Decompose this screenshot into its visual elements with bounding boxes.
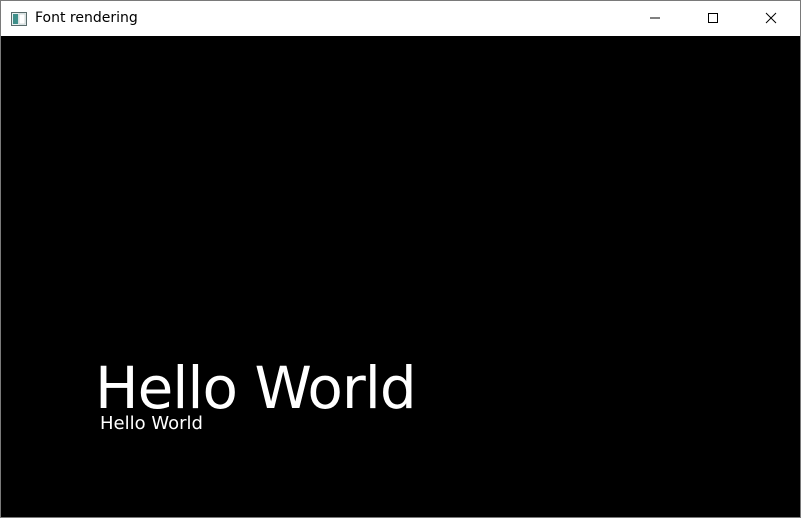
close-button[interactable] [742, 1, 800, 36]
window-app-icon [11, 11, 27, 26]
small-hello-text: Hello World [100, 413, 203, 434]
app-window: Font rendering Hello World Hello World [0, 0, 801, 518]
minimize-button[interactable] [626, 1, 684, 36]
render-canvas: Hello World Hello World [1, 36, 800, 517]
maximize-icon [707, 9, 719, 28]
maximize-button[interactable] [684, 1, 742, 36]
window-title: Font rendering [35, 10, 138, 26]
close-icon [765, 9, 777, 28]
minimize-icon [649, 9, 661, 28]
title-bar[interactable]: Font rendering [1, 1, 800, 36]
